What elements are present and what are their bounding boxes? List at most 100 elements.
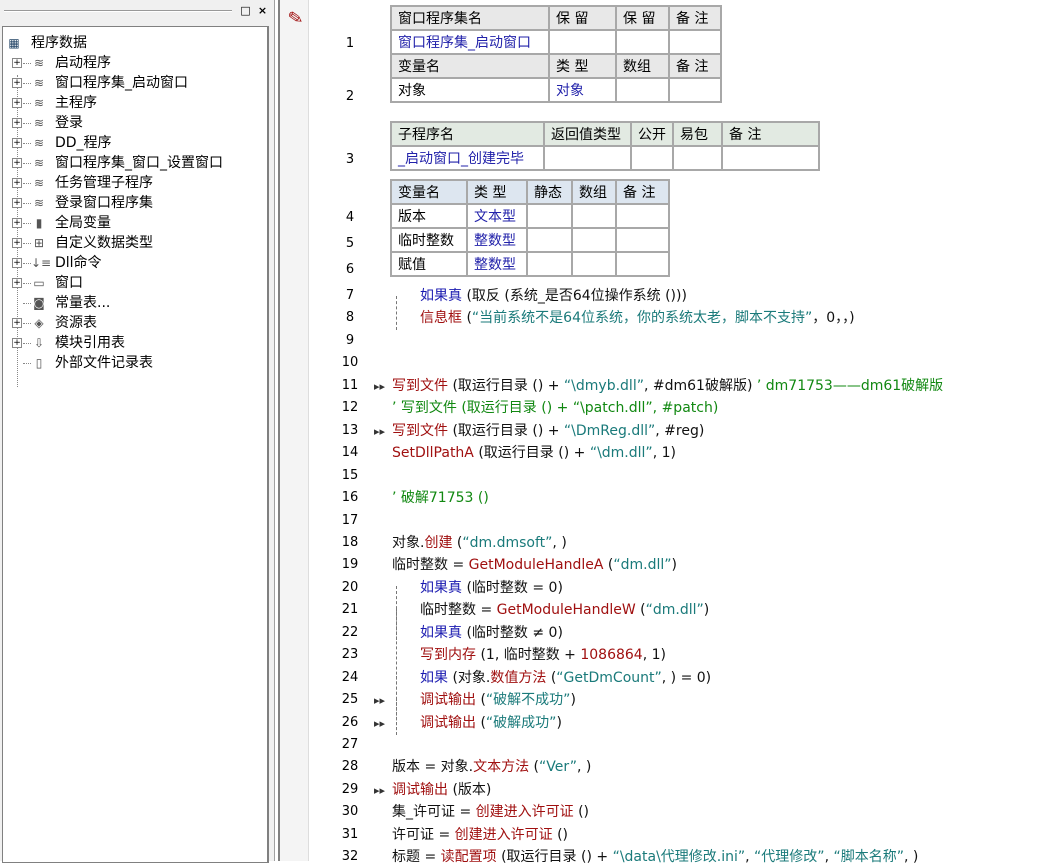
cell[interactable] [630,145,674,171]
cell[interactable] [721,145,820,171]
cell[interactable] [615,203,670,229]
cell[interactable] [543,145,632,171]
tree-item[interactable]: + ≋ DD_程序 [3,133,263,153]
code-line[interactable]: 写到文件 (取运行目录 () + “\DmReg.dll”, #reg) [392,421,704,441]
breakpoint-marker-icon[interactable]: ▸▸ [374,380,385,393]
code-line[interactable]: 信息框 (“当前系统不是64位系统，你的系统太老，脚本不支持”，0，，) [420,308,855,328]
local-variable-table: 变量名类 型静态 数组备 注 版本 文本型 临时整数 整数型 赋值 整数型 [390,179,670,277]
tree-item[interactable]: ▦ 程序数据 [3,33,263,53]
tree-item[interactable]: + ≋ 启动程序 [3,53,263,73]
type-cell[interactable]: 对象 [548,77,617,103]
expand-icon[interactable]: + [12,118,22,128]
code-token: ) [570,692,576,709]
cell[interactable] [615,251,670,277]
cell[interactable] [672,145,723,171]
expand-icon[interactable]: + [12,138,22,148]
breakpoint-marker-icon[interactable]: ▸▸ [374,425,385,438]
code-line[interactable]: 许可证 = 创建进入许可证 () [392,825,568,845]
type-cell[interactable]: 文本型 [466,203,528,229]
code-line[interactable]: 临时整数 = GetModuleHandleW (“dm.dll”) [420,600,709,620]
cell[interactable] [615,77,670,103]
tree-item[interactable]: + ≋ 主程序 [3,93,263,113]
expand-icon[interactable]: + [12,318,22,328]
code-line[interactable]: 如果真 (取反 (系统_是否64位操作系统 ())) [420,286,687,306]
tree-item[interactable]: + ▮ 全局变量 [3,213,263,233]
code-line[interactable]: 如果 (对象.数值方法 (“GetDmCount”, ) = 0) [420,668,711,688]
type-cell[interactable]: 整数型 [466,251,528,277]
expand-icon[interactable]: + [12,278,22,288]
expand-icon[interactable]: + [12,238,22,248]
line-number: 5 [345,236,355,251]
code-line[interactable]: 调试输出 (“破解不成功”) [420,690,576,710]
code-line[interactable]: 集_许可证 = 创建进入许可证 () [392,802,589,822]
code-editor[interactable]: ✎ 1 2 3 4 5 6 窗口程序集名保 留保 留备 注 窗口程序集_启动窗口… [278,0,1061,865]
expand-icon[interactable]: + [12,98,22,108]
line-number: 6 [345,262,355,277]
expand-icon[interactable]: + [12,218,22,228]
tree-item[interactable]: + ≋ 登录 [3,113,263,133]
expand-icon[interactable]: + [12,178,22,188]
project-tree[interactable]: ▦ 程序数据 + ≋ 启动程序 + ≋ 窗口程序集_启动窗口 + ≋ 主程序 + ≋ 登录 + ≋ DD_程序 +… [2,26,269,863]
cell[interactable] [548,29,617,55]
code-line[interactable]: 调试输出 (版本) [392,780,491,800]
code-token: , #reg) [655,422,705,439]
cell[interactable] [526,227,573,253]
expand-icon[interactable]: + [12,258,22,268]
cell[interactable] [668,77,722,103]
cell[interactable] [526,203,573,229]
assembly-name-cell[interactable]: 窗口程序集_启动窗口 [390,29,550,55]
variable-name-cell[interactable]: 对象 [390,77,550,103]
code-line[interactable]: 如果真 (临时整数 = 0) [420,578,563,598]
tree-item[interactable]: + ▭ 窗口 [3,273,263,293]
header: 返回值类型 [543,121,632,147]
cell[interactable] [668,29,722,55]
variable-name-cell[interactable]: 赋值 [390,251,468,277]
code-line[interactable]: ’ 破解71753 () [392,488,489,508]
tree-item[interactable]: + ⊞ 自定义数据类型 [3,233,263,253]
code-line[interactable]: 写到内存 (1, 临时整数 + 1086864, 1) [420,645,666,665]
variable-name-cell[interactable]: 临时整数 [390,227,468,253]
code-line[interactable]: 标题 = 读配置项 (取运行目录 () + “\data\代理修改.ini” , … [392,847,918,867]
code-line[interactable]: ’ 写到文件 (取运行目录 () + “\patch.dll”, #patch) [392,398,718,418]
expand-icon[interactable]: + [12,338,22,348]
line-number: 19 [341,557,359,573]
tree-item-label: DD_程序 [55,135,112,151]
tree-item[interactable]: + ≋ 登录窗口程序集 [3,193,263,213]
tree-item[interactable]: + ≋ 窗口程序集_启动窗口 [3,73,263,93]
tree-item[interactable]: ▯ 外部文件记录表 [3,353,263,373]
breakpoint-marker-icon[interactable]: ▸▸ [374,717,385,730]
expand-icon[interactable]: + [12,58,22,68]
variable-name-cell[interactable]: 版本 [390,203,468,229]
code-line[interactable]: SetDllPathA (取运行目录 () + “\dm.dll”, 1) [392,443,676,463]
code-line[interactable]: 写到文件 (取运行目录 () + “\dmyb.dll”, #dm61破解版) … [392,376,943,396]
expand-icon[interactable]: + [12,158,22,168]
code-token: ( [476,692,486,709]
breakpoint-marker-icon[interactable]: ▸▸ [374,694,385,707]
cell[interactable] [571,251,617,277]
header: 数组 [571,179,617,205]
code-token: 如果 [420,669,448,686]
tree-item[interactable]: + ≋ 窗口程序集_窗口_设置窗口 [3,153,263,173]
tree-item[interactable]: ◙ 常量表... [3,293,263,313]
code-line[interactable]: 如果真 (临时整数 ≠ 0) [420,623,563,643]
cell[interactable] [571,203,617,229]
code-line[interactable]: 调试输出 (“破解成功”) [420,713,562,733]
expand-icon[interactable]: + [12,198,22,208]
maximize-icon[interactable]: □ [239,4,252,17]
expand-icon[interactable]: + [12,78,22,88]
type-cell[interactable]: 整数型 [466,227,528,253]
cell[interactable] [615,227,670,253]
code-line[interactable]: 临时整数 = GetModuleHandleA (“dm.dll”) [392,555,677,575]
tree-item[interactable]: + ↓≡ Dll命令 [3,253,263,273]
tree-item[interactable]: + ◈ 资源表 [3,313,263,333]
code-line[interactable]: 版本 = 对象.文本方法 (“Ver”, ) [392,757,591,777]
tree-item[interactable]: + ≋ 任务管理子程序 [3,173,263,193]
cell[interactable] [526,251,573,277]
subroutine-name-cell[interactable]: _启动窗口_创建完毕 [390,145,545,171]
close-icon[interactable]: × [256,4,269,17]
cell[interactable] [615,29,670,55]
breakpoint-marker-icon[interactable]: ▸▸ [374,784,385,797]
cell[interactable] [571,227,617,253]
code-line[interactable]: 对象.创建 (“dm.dmsoft”, ) [392,533,567,553]
tree-item[interactable]: + ⇩ 模块引用表 [3,333,263,353]
